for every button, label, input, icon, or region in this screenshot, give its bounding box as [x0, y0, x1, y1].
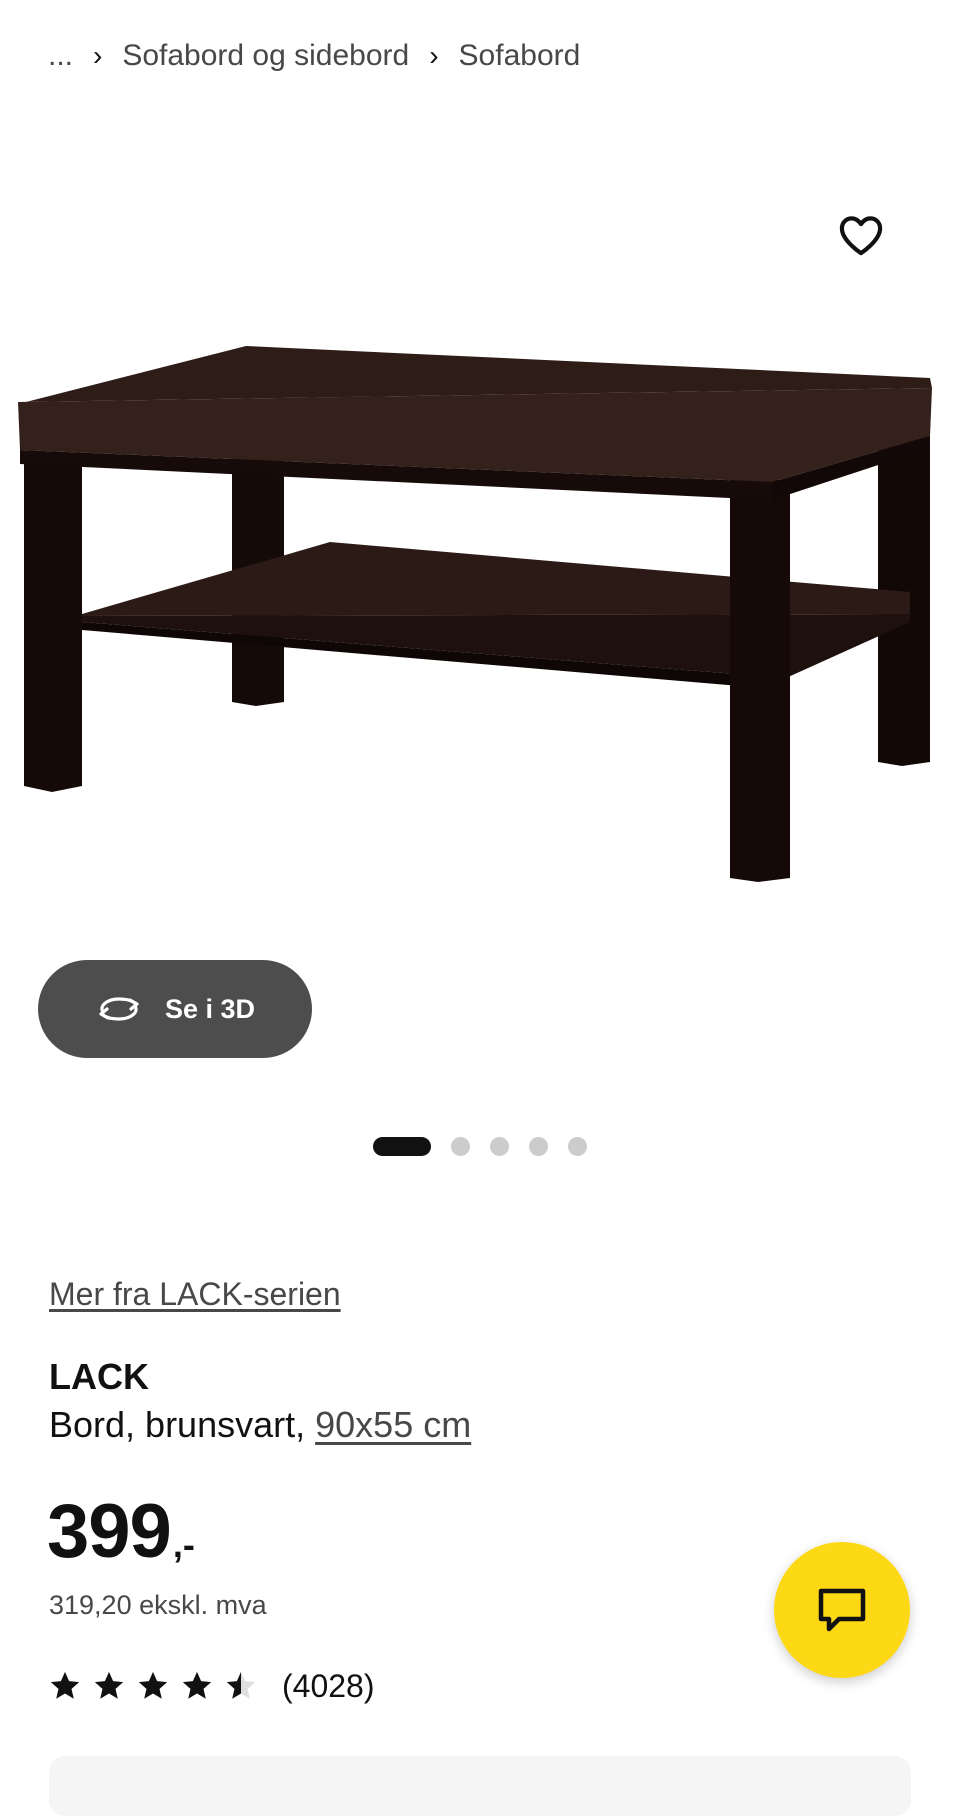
star-full-icon — [182, 1671, 212, 1699]
product-description: Bord, brunsvart, 90x55 cm — [49, 1404, 471, 1446]
star-full-icon — [50, 1671, 80, 1699]
review-count: (4028) — [282, 1667, 375, 1704]
view-3d-button[interactable]: Se i 3D — [38, 960, 312, 1058]
star-half-icon — [226, 1671, 256, 1699]
chevron-right-icon: › — [93, 40, 103, 71]
price: 399 ,- — [47, 1488, 195, 1575]
view-3d-label: Se i 3D — [164, 993, 256, 1024]
gallery-pagination — [0, 1136, 960, 1156]
rating[interactable]: (4028) — [48, 1664, 375, 1708]
product-image — [18, 346, 932, 882]
gallery-dot[interactable] — [529, 1136, 548, 1156]
breadcrumb-item-sofabord[interactable]: Sofabord — [459, 39, 581, 73]
chat-button[interactable] — [774, 1542, 910, 1678]
star-full-icon — [138, 1671, 168, 1699]
price-integer: 399 — [47, 1489, 172, 1574]
price-ex-vat: 319,20 ekskl. mva — [49, 1590, 267, 1620]
rating-stars — [48, 1669, 258, 1703]
size-link[interactable]: 90x55 cm — [315, 1404, 471, 1445]
rotate-3d-icon — [99, 997, 139, 1021]
next-section-panel — [49, 1756, 911, 1816]
breadcrumb: ... › Sofabord og sidebord › Sofabord — [48, 36, 580, 76]
product-name: LACK — [49, 1356, 149, 1397]
heart-icon — [839, 216, 883, 256]
chat-bubble-icon — [818, 1588, 866, 1632]
star-full-icon — [94, 1671, 124, 1699]
favorite-button[interactable] — [836, 210, 886, 260]
gallery-dot[interactable] — [490, 1136, 509, 1156]
series-link[interactable]: Mer fra LACK-serien — [49, 1276, 341, 1313]
chevron-right-icon: › — [429, 40, 439, 71]
gallery-dot[interactable] — [568, 1136, 587, 1156]
breadcrumb-ellipsis[interactable]: ... — [48, 39, 73, 73]
gallery-dot[interactable] — [451, 1136, 470, 1156]
price-decimal: ,- — [172, 1524, 195, 1565]
breadcrumb-item-sofabord-og-sidebord[interactable]: Sofabord og sidebord — [122, 39, 409, 73]
gallery-dot-active[interactable] — [373, 1136, 431, 1156]
product-description-text: Bord, brunsvart, — [49, 1404, 316, 1445]
